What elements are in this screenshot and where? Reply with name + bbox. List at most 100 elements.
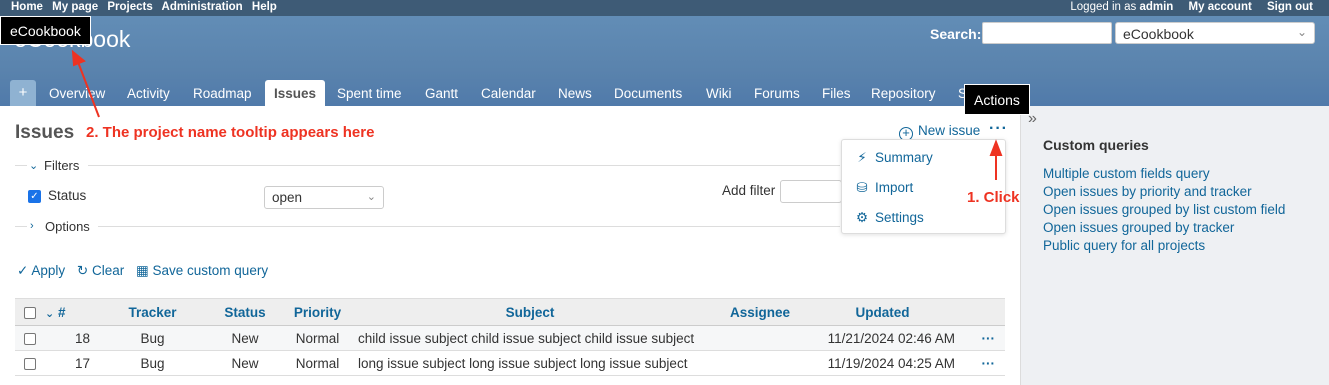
tab-forums[interactable]: Forums: [754, 80, 800, 106]
top-menu-home[interactable]: Home: [11, 1, 43, 13]
row-subject[interactable]: child issue subject child issue subject …: [350, 325, 710, 351]
status-filter-select[interactable]: open ⌄: [264, 186, 384, 209]
custom-query-item[interactable]: Open issues grouped by list custom field: [1043, 202, 1285, 220]
add-filter-select[interactable]: [780, 180, 842, 203]
tab-overview[interactable]: Overview: [49, 80, 105, 106]
header-id[interactable]: ⌄ #: [45, 298, 100, 326]
row-subject[interactable]: long issue subject long issue subject lo…: [350, 350, 710, 376]
row-id[interactable]: 17: [45, 350, 100, 376]
row-priority: Normal: [285, 325, 350, 351]
row-actions-button[interactable]: ···: [955, 325, 1005, 351]
header: eCookbook Search: eCookbook ⌄ + Overview…: [0, 16, 1329, 106]
custom-queries-list: Multiple custom fields query Open issues…: [1043, 166, 1285, 256]
header-priority[interactable]: Priority: [285, 298, 350, 326]
status-filter-checkbox[interactable]: ✓: [28, 190, 41, 203]
row-status: New: [205, 350, 285, 376]
actions-tooltip: Actions: [964, 84, 1030, 115]
row-updated: 11/21/2024 02:46 AM: [810, 325, 955, 351]
menu-item-summary[interactable]: ⚡︎ Summary: [855, 150, 933, 166]
gear-icon: ⚙: [855, 210, 869, 225]
clear-label: Clear: [91, 263, 125, 278]
select-all-header[interactable]: [15, 298, 45, 326]
tab-new-object[interactable]: +: [10, 80, 36, 106]
sign-out-link[interactable]: Sign out: [1267, 1, 1313, 13]
annotation-tooltip-note: 2. The project name tooltip appears here: [86, 124, 375, 141]
select-all-checkbox[interactable]: [24, 306, 36, 319]
check-icon: ✓: [17, 263, 29, 278]
top-menu-help[interactable]: Help: [252, 1, 277, 13]
chevron-down-icon: ⌄: [1296, 25, 1307, 39]
apply-button[interactable]: ✓ Apply: [17, 263, 65, 278]
reload-icon: ↻: [76, 263, 89, 278]
table-row: 18 Bug New Normal child issue subject ch…: [15, 325, 1005, 351]
clear-button[interactable]: ↻ Clear: [77, 263, 124, 278]
project-jump-value: eCookbook: [1123, 26, 1194, 42]
logged-in-prefix: Logged in as: [1070, 1, 1140, 13]
row-tracker: Bug: [100, 350, 205, 376]
fieldset-line: [98, 226, 840, 227]
issues-table: ⌄ # Tracker Status Priority Subject Assi…: [15, 298, 1005, 376]
top-menu-projects[interactable]: Projects: [107, 1, 152, 13]
status-filter-label: Status: [48, 188, 87, 203]
sidebar-title: Custom queries: [1043, 137, 1149, 153]
my-account-link[interactable]: My account: [1189, 1, 1252, 13]
custom-query-item[interactable]: Multiple custom fields query: [1043, 166, 1285, 184]
tab-spent-time[interactable]: Spent time: [337, 80, 402, 106]
custom-query-item[interactable]: Open issues by priority and tracker: [1043, 184, 1285, 202]
header-updated[interactable]: Updated: [810, 298, 955, 326]
sidebar: Custom queries Multiple custom fields qu…: [1020, 106, 1329, 385]
header-status[interactable]: Status: [205, 298, 285, 326]
top-menu: Home My page Projects Administration Hel…: [0, 0, 1329, 16]
top-menu-administration[interactable]: Administration: [162, 1, 243, 13]
header-assignee[interactable]: Assignee: [710, 298, 810, 326]
tab-gantt[interactable]: Gantt: [425, 80, 458, 106]
header-subject[interactable]: Subject: [350, 298, 710, 326]
chevron-down-icon: ⌄: [366, 191, 376, 203]
table-header-row: ⌄ # Tracker Status Priority Subject Assi…: [15, 298, 1005, 326]
query-buttons: ✓ Apply ↻ Clear ▦ Save custom query: [17, 263, 276, 279]
actions-menu-button[interactable]: ···: [989, 120, 1008, 138]
logged-in-user[interactable]: admin: [1139, 1, 1173, 13]
row-checkbox[interactable]: [24, 332, 36, 345]
fieldset-line: [88, 165, 840, 166]
table-row: 17 Bug New Normal long issue subject lon…: [15, 350, 1005, 376]
chevron-down-icon[interactable]: ⌄: [29, 159, 38, 172]
tab-wiki[interactable]: Wiki: [706, 80, 732, 106]
filters-legend[interactable]: Filters: [44, 158, 79, 173]
custom-query-item[interactable]: Open issues grouped by tracker: [1043, 220, 1285, 238]
page-title: Issues: [15, 122, 75, 143]
menu-item-settings-label: Settings: [875, 210, 924, 225]
options-legend[interactable]: Options: [45, 219, 90, 234]
tab-issues[interactable]: Issues: [265, 80, 326, 106]
row-assignee: [710, 325, 810, 351]
project-jump-select[interactable]: eCookbook ⌄: [1115, 22, 1315, 44]
save-query-button[interactable]: ▦ Save custom query: [136, 263, 268, 278]
tab-roadmap[interactable]: Roadmap: [193, 80, 252, 106]
tab-activity[interactable]: Activity: [127, 80, 170, 106]
search-label: Search:: [930, 26, 982, 42]
row-id[interactable]: 18: [45, 325, 100, 351]
row-checkbox-cell[interactable]: [15, 325, 45, 351]
menu-item-settings[interactable]: ⚙ Settings: [855, 210, 924, 226]
project-name-tooltip: eCookbook: [0, 16, 91, 45]
top-menu-my-page[interactable]: My page: [52, 1, 98, 13]
menu-item-import[interactable]: ⛁ Import: [855, 180, 913, 196]
row-actions-button[interactable]: ···: [955, 350, 1005, 376]
tab-news[interactable]: News: [558, 80, 592, 106]
chevron-right-icon[interactable]: ›: [30, 220, 34, 232]
tab-calendar[interactable]: Calendar: [481, 80, 536, 106]
fieldset-line: [15, 226, 27, 227]
save-label: Save custom query: [152, 263, 269, 278]
annotation-click-note: 1. Click: [967, 189, 1020, 206]
header-id-label: #: [57, 304, 66, 320]
search-input[interactable]: [982, 22, 1112, 44]
tab-files[interactable]: Files: [822, 80, 851, 106]
row-checkbox[interactable]: [24, 357, 36, 370]
add-filter-label: Add filter: [722, 183, 776, 198]
row-checkbox-cell[interactable]: [15, 350, 45, 376]
tab-repository[interactable]: Repository: [871, 80, 936, 106]
menu-item-import-label: Import: [875, 180, 914, 195]
tab-documents[interactable]: Documents: [614, 80, 682, 106]
custom-query-item[interactable]: Public query for all projects: [1043, 238, 1285, 256]
header-tracker[interactable]: Tracker: [100, 298, 205, 326]
